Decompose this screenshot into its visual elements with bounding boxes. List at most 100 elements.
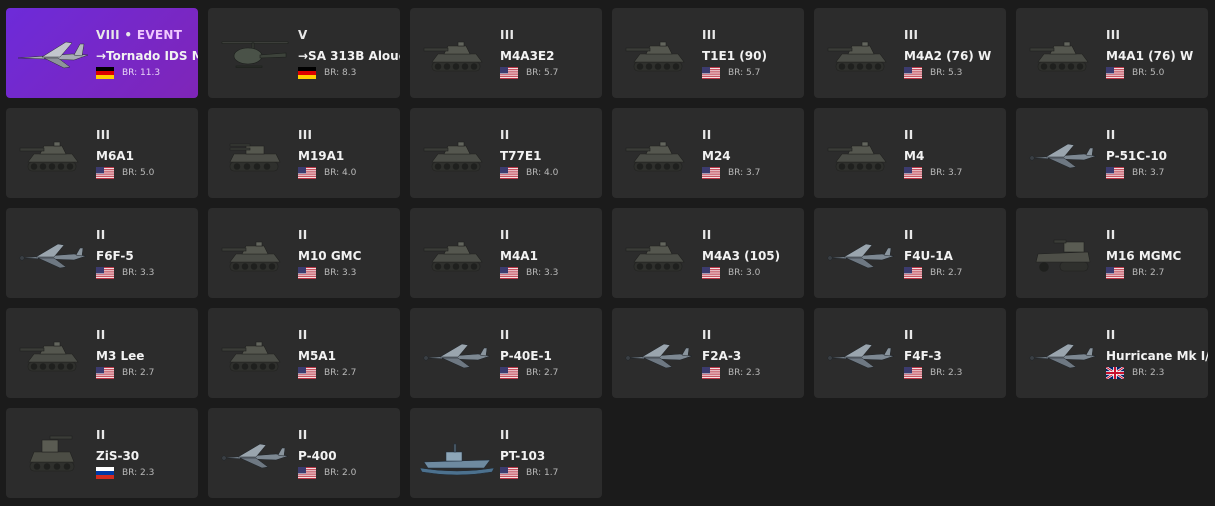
vehicle-card[interactable]: II M4A3 (105) BR: 3.0 bbox=[612, 208, 804, 298]
vehicle-name: Hurricane Mk I/L bbox=[1106, 349, 1208, 363]
vehicle-info: II P-400 BR: 2.0 bbox=[298, 428, 400, 479]
vehicle-card[interactable]: II M16 MGMC BR: 2.7 bbox=[1016, 208, 1208, 298]
vehicle-card[interactable]: II M5A1 BR: 2.7 bbox=[208, 308, 400, 398]
vehicle-card[interactable]: II PT-103 BR: 1.7 bbox=[410, 408, 602, 498]
vehicle-card[interactable]: II F2A-3 BR: 2.3 bbox=[612, 308, 804, 398]
vehicle-card[interactable]: II M24 BR: 3.7 bbox=[612, 108, 804, 198]
vehicle-card[interactable]: II M4A1 BR: 3.3 bbox=[410, 208, 602, 298]
vehicle-rank: II bbox=[702, 328, 804, 343]
vehicle-card[interactable]: II ZiS-30 BR: 2.3 bbox=[6, 408, 198, 498]
vehicle-info: II PT-103 BR: 1.7 bbox=[500, 428, 602, 479]
vehicle-info: II M10 GMC BR: 3.3 bbox=[298, 228, 400, 279]
vehicle-name: M6A1 bbox=[96, 149, 134, 163]
tank-icon bbox=[418, 228, 496, 280]
vehicle-card[interactable]: V →SA 313B Alouette BR: 8.3 bbox=[208, 8, 400, 98]
vehicle-rank: II bbox=[1106, 228, 1208, 243]
vehicle-card[interactable]: II M3 Lee BR: 2.7 bbox=[6, 308, 198, 398]
vehicle-info: II F4U-1A BR: 2.7 bbox=[904, 228, 1006, 279]
vehicle-name: F4F-3 bbox=[904, 349, 942, 363]
vehicle-rank-label: II bbox=[298, 328, 308, 342]
vehicle-rank: II bbox=[298, 228, 400, 243]
vehicle-rank: II bbox=[500, 228, 602, 243]
vehicle-rank: II bbox=[904, 228, 1006, 243]
vehicle-info: II M16 MGMC BR: 2.7 bbox=[1106, 228, 1208, 279]
battle-rating: BR: 5.7 bbox=[526, 68, 559, 78]
usa-flag-icon bbox=[96, 167, 114, 179]
vehicle-card[interactable]: III T1E1 (90) BR: 5.7 bbox=[612, 8, 804, 98]
halftrack-icon bbox=[1024, 228, 1102, 280]
usa-flag-icon bbox=[298, 367, 316, 379]
vehicle-card[interactable]: II M10 GMC BR: 3.3 bbox=[208, 208, 400, 298]
vehicle-meta: BR: 2.0 bbox=[298, 467, 400, 479]
vehicle-card[interactable]: II P-51C-10 BR: 3.7 bbox=[1016, 108, 1208, 198]
vehicle-name: F2A-3 bbox=[702, 349, 742, 363]
battle-rating: BR: 2.3 bbox=[930, 368, 963, 378]
vehicle-card[interactable]: II F6F-5 BR: 3.3 bbox=[6, 208, 198, 298]
vehicle-card[interactable]: II T77E1 BR: 4.0 bbox=[410, 108, 602, 198]
usa-flag-icon bbox=[904, 167, 922, 179]
vehicle-meta: BR: 2.7 bbox=[904, 267, 1006, 279]
tank-icon bbox=[418, 28, 496, 80]
vehicle-meta: BR: 3.7 bbox=[904, 167, 1006, 179]
vehicle-card[interactable]: III M4A3E2 BR: 5.7 bbox=[410, 8, 602, 98]
vehicle-rank-label: V bbox=[298, 28, 308, 42]
vehicle-rank-label: II bbox=[500, 328, 510, 342]
vehicle-meta: BR: 4.0 bbox=[500, 167, 602, 179]
fighter-plane-icon bbox=[1024, 128, 1102, 180]
usa-flag-icon bbox=[1106, 67, 1124, 79]
tank-icon bbox=[620, 28, 698, 80]
vehicle-rank: III bbox=[500, 28, 602, 43]
vehicle-rank-label: II bbox=[96, 428, 106, 442]
battle-rating: BR: 4.0 bbox=[526, 168, 559, 178]
vehicle-card[interactable]: VIII • EVENT →Tornado IDS MFG BR: 11.3 bbox=[6, 8, 198, 98]
vehicle-meta: BR: 3.0 bbox=[702, 267, 804, 279]
vehicle-meta: BR: 2.3 bbox=[904, 367, 1006, 379]
fighter-plane-icon bbox=[822, 328, 900, 380]
vehicle-rank: II bbox=[298, 328, 400, 343]
vehicle-rank-label: III bbox=[702, 28, 717, 42]
vehicle-name: M24 bbox=[702, 149, 731, 163]
vehicle-name: P-51C-10 bbox=[1106, 149, 1168, 163]
vehicle-rank-label: II bbox=[904, 228, 914, 242]
vehicle-meta: BR: 5.7 bbox=[500, 67, 602, 79]
vehicle-rank-label: II bbox=[500, 228, 510, 242]
vehicle-card[interactable]: II F4F-3 BR: 2.3 bbox=[814, 308, 1006, 398]
usa-flag-icon bbox=[298, 167, 316, 179]
vehicle-rank: II bbox=[1106, 128, 1208, 143]
vehicle-info: II F2A-3 BR: 2.3 bbox=[702, 328, 804, 379]
fighter-plane-icon bbox=[620, 328, 698, 380]
vehicle-card[interactable]: III M4A2 (76) W BR: 5.3 bbox=[814, 8, 1006, 98]
vehicle-card[interactable]: II F4U-1A BR: 2.7 bbox=[814, 208, 1006, 298]
russia-flag-icon bbox=[96, 467, 114, 479]
usa-flag-icon bbox=[904, 267, 922, 279]
vehicle-card[interactable]: II M4 BR: 3.7 bbox=[814, 108, 1006, 198]
vehicle-card[interactable]: II P-40E-1 BR: 2.7 bbox=[410, 308, 602, 398]
vehicle-rank-label: II bbox=[500, 428, 510, 442]
usa-flag-icon bbox=[702, 67, 720, 79]
helicopter-icon bbox=[216, 28, 294, 80]
vehicle-rank: III bbox=[298, 128, 400, 143]
usa-flag-icon bbox=[904, 67, 922, 79]
vehicle-rank: III bbox=[904, 28, 1006, 43]
vehicle-rank-label: II bbox=[702, 128, 712, 142]
vehicle-rank-label: III bbox=[904, 28, 919, 42]
vehicle-info: II M4A1 BR: 3.3 bbox=[500, 228, 602, 279]
vehicle-card[interactable]: III M4A1 (76) W BR: 5.0 bbox=[1016, 8, 1208, 98]
vehicle-card[interactable]: III M6A1 BR: 5.0 bbox=[6, 108, 198, 198]
vehicle-meta: BR: 3.3 bbox=[500, 267, 602, 279]
vehicle-card[interactable]: II Hurricane Mk I/L BR: 2.3 bbox=[1016, 308, 1208, 398]
vehicle-meta: BR: 8.3 bbox=[298, 67, 400, 79]
vehicle-meta: BR: 3.3 bbox=[298, 267, 400, 279]
vehicle-rank: II bbox=[904, 328, 1006, 343]
vehicle-rank-label: II bbox=[1106, 328, 1116, 342]
vehicle-info: III M4A1 (76) W BR: 5.0 bbox=[1106, 28, 1208, 79]
battle-rating: BR: 3.3 bbox=[324, 268, 357, 278]
vehicle-meta: BR: 5.0 bbox=[1106, 67, 1208, 79]
vehicle-name: M4A3 (105) bbox=[702, 249, 781, 263]
vehicle-meta: BR: 2.7 bbox=[96, 367, 198, 379]
vehicle-info: II M3 Lee BR: 2.7 bbox=[96, 328, 198, 379]
vehicle-card[interactable]: III M19A1 BR: 4.0 bbox=[208, 108, 400, 198]
vehicle-meta: BR: 2.7 bbox=[500, 367, 602, 379]
vehicle-rank-label: III bbox=[500, 28, 515, 42]
vehicle-card[interactable]: II P-400 BR: 2.0 bbox=[208, 408, 400, 498]
